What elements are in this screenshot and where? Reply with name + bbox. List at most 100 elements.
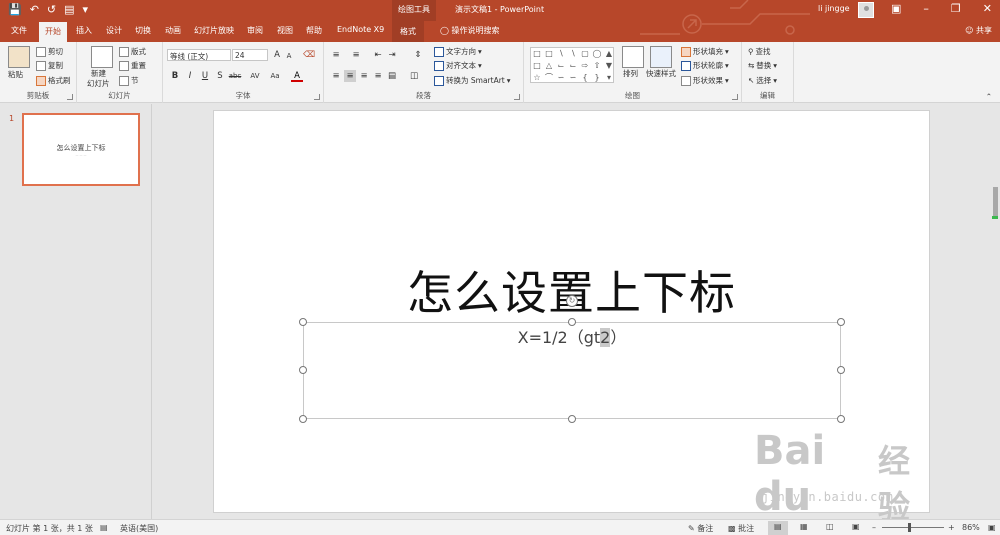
arrow-shape-icon[interactable]: ⇧: [591, 60, 603, 72]
copy-button[interactable]: 复制: [36, 60, 63, 71]
slide-thumbnail[interactable]: 怎么设置上下标 — — —: [22, 113, 140, 186]
resize-handle-e[interactable]: [837, 366, 845, 374]
shadow-button[interactable]: S: [214, 70, 226, 82]
arc-shape-icon[interactable]: ⌒: [543, 72, 555, 84]
font-size-select[interactable]: 24: [232, 49, 268, 61]
close-icon[interactable]: ✕: [983, 2, 992, 15]
layout-button[interactable]: 版式: [119, 46, 146, 57]
fit-slide-icon[interactable]: ▣: [988, 523, 996, 532]
shrink-font-button[interactable]: A: [283, 50, 295, 62]
notes-button[interactable]: ✎ 备注: [688, 523, 713, 534]
language-indicator[interactable]: 英语(美国): [120, 523, 158, 534]
align-center-icon[interactable]: ≡: [344, 70, 356, 82]
section-button[interactable]: 节: [119, 75, 139, 86]
subtitle-placeholder[interactable]: X=1/2（gt2） ↻: [299, 295, 845, 423]
columns-icon[interactable]: ◫: [408, 70, 420, 82]
tab-transitions[interactable]: 切换: [135, 25, 151, 36]
font-launcher-icon[interactable]: [314, 94, 320, 100]
redo-icon[interactable]: ↺: [47, 3, 56, 17]
more-shapes-icon[interactable]: ▲: [603, 48, 615, 60]
user-name[interactable]: li jingge: [818, 4, 850, 13]
zoom-level[interactable]: 86%: [962, 523, 980, 532]
zoom-slider[interactable]: [882, 527, 944, 528]
restore-icon[interactable]: ❐: [951, 2, 961, 15]
select-button[interactable]: ↖ 选择 ▾: [748, 75, 777, 86]
resize-handle-s[interactable]: [568, 415, 576, 423]
zoom-in-button[interactable]: +: [948, 523, 955, 532]
spelling-icon[interactable]: ▤: [100, 523, 108, 532]
zoom-out-button[interactable]: –: [872, 523, 876, 532]
char-spacing-button[interactable]: AV: [247, 70, 263, 82]
curve-shape-icon[interactable]: ∽: [555, 72, 567, 84]
comments-button[interactable]: ▩ 批注: [728, 523, 754, 534]
drawing-launcher-icon[interactable]: [732, 94, 738, 100]
distributed-icon[interactable]: ▤: [386, 70, 398, 82]
tell-me-search[interactable]: ◯ 操作说明搜索: [440, 25, 500, 36]
cut-button[interactable]: 剪切: [36, 46, 63, 57]
save-icon[interactable]: 💾: [8, 3, 22, 17]
share-button[interactable]: ☺ 共享: [965, 25, 992, 36]
strikethrough-button[interactable]: abc: [227, 70, 243, 82]
new-slide-icon[interactable]: [91, 46, 113, 68]
scrollbar-thumb[interactable]: [993, 187, 998, 219]
arrow-shape-icon[interactable]: ⇨: [579, 60, 591, 72]
bullets-icon[interactable]: ≡: [330, 49, 342, 61]
smartart-button[interactable]: 转换为 SmartArt ▾: [434, 75, 511, 86]
resize-handle-se[interactable]: [837, 415, 845, 423]
tab-animations[interactable]: 动画: [165, 25, 181, 36]
slideshow-button[interactable]: ▣: [846, 521, 866, 535]
clear-format-icon[interactable]: ⌫: [303, 49, 315, 61]
tab-review[interactable]: 审阅: [247, 25, 263, 36]
bold-button[interactable]: B: [169, 70, 181, 82]
replace-button[interactable]: ⇆ 替换 ▾: [748, 60, 777, 71]
tab-file[interactable]: 文件: [11, 25, 27, 36]
resize-handle-ne[interactable]: [837, 318, 845, 326]
text-direction-button[interactable]: 文字方向 ▾: [434, 46, 482, 57]
decrease-indent-icon[interactable]: ⇤: [372, 49, 384, 61]
shapes-gallery[interactable]: □ □ ∖ ∖ ▢ ◯ ▲ □ △ ⌙ ⌙ ⇨ ⇧ ▼ ☆ ⌒ ∽ ∽ { } …: [530, 47, 614, 83]
minimize-icon[interactable]: –: [923, 2, 929, 15]
new-slide-label[interactable]: 幻灯片: [87, 78, 110, 89]
gallery-expand-icon[interactable]: ▾: [603, 72, 615, 84]
tab-endnote[interactable]: EndNote X9: [337, 25, 384, 34]
tab-insert[interactable]: 插入: [76, 25, 92, 36]
justify-icon[interactable]: ≡: [372, 70, 384, 82]
grow-font-button[interactable]: A: [271, 49, 283, 61]
arrange-button[interactable]: 排列: [623, 68, 638, 79]
change-case-button[interactable]: Aa: [267, 70, 283, 82]
subtitle-text[interactable]: X=1/2（gt2）: [304, 324, 840, 348]
present-icon[interactable]: ▤: [64, 3, 74, 17]
brace-shape-icon[interactable]: }: [591, 72, 603, 84]
paste-button[interactable]: 粘贴: [8, 69, 23, 80]
customize-qat-icon[interactable]: ▾: [83, 3, 89, 17]
tab-help[interactable]: 帮助: [306, 25, 322, 36]
elbow-shape-icon[interactable]: ⌙: [555, 60, 567, 72]
format-painter-button[interactable]: 格式刷: [36, 75, 71, 86]
paste-icon[interactable]: [8, 46, 30, 68]
clipboard-launcher-icon[interactable]: [67, 94, 73, 100]
arrange-icon[interactable]: [622, 46, 644, 68]
zoom-slider-thumb[interactable]: [907, 523, 911, 532]
resize-handle-w[interactable]: [299, 366, 307, 374]
numbering-icon[interactable]: ≡: [350, 49, 362, 61]
more-shapes-icon[interactable]: ▼: [603, 60, 615, 72]
align-right-icon[interactable]: ≡: [358, 70, 370, 82]
avatar[interactable]: [858, 2, 874, 18]
reset-button[interactable]: 重置: [119, 60, 146, 71]
brace-shape-icon[interactable]: {: [579, 72, 591, 84]
vtextbox-shape-icon[interactable]: □: [543, 48, 555, 60]
vertical-scrollbar[interactable]: [992, 104, 1000, 519]
reading-view-button[interactable]: ◫: [820, 521, 840, 535]
tab-home[interactable]: 开始: [39, 22, 67, 42]
oval-shape-icon[interactable]: ◯: [591, 48, 603, 60]
shape-fill-button[interactable]: 形状填充 ▾: [681, 46, 729, 57]
align-left-icon[interactable]: ≡: [330, 70, 342, 82]
underline-button[interactable]: U: [199, 70, 211, 82]
line-shape-icon[interactable]: ∖: [567, 48, 579, 60]
line-shape-icon[interactable]: ∖: [555, 48, 567, 60]
triangle-shape-icon[interactable]: △: [543, 60, 555, 72]
textbox-shape-icon[interactable]: □: [531, 48, 543, 60]
line-spacing-icon[interactable]: ⇕: [412, 49, 424, 61]
rect-shape-icon[interactable]: □: [531, 60, 543, 72]
align-text-button[interactable]: 对齐文本 ▾: [434, 60, 482, 71]
